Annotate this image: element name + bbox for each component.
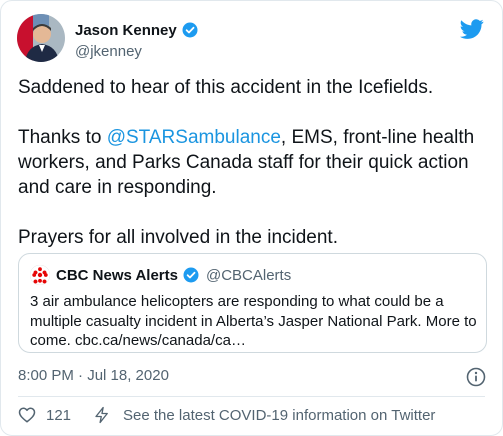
covid-info-link[interactable]: See the latest COVID-19 information on T… (123, 407, 435, 424)
author-name-row: Jason Kenney (75, 21, 199, 39)
tweet-line-1: Saddened to hear of this accident in the… (18, 77, 434, 98)
quoted-author-handle[interactable]: @CBCAlerts (206, 267, 291, 284)
tweet-card: Jason Kenney @jkenney Saddened to hear o… (0, 0, 503, 436)
author-name[interactable]: Jason Kenney (75, 22, 177, 39)
like-count[interactable]: 121 (46, 407, 71, 424)
tweet-line-2: Thanks to @STARSambulance, EMS, front-li… (18, 125, 488, 200)
tweet-timestamp[interactable]: 8:00 PM · Jul 18, 2020 (18, 367, 169, 384)
author-handle[interactable]: @jkenney (75, 43, 142, 60)
mention-link[interactable]: @STARSambulance (107, 127, 281, 148)
quoted-author-name[interactable]: CBC News Alerts (56, 267, 178, 284)
tweet-text: Saddened to hear of this accident in the… (18, 75, 488, 250)
info-icon[interactable] (466, 367, 486, 387)
cbc-gem-icon (29, 264, 51, 286)
tweet-line-3: Prayers for all involved in the incident… (18, 227, 338, 248)
author-avatar[interactable] (17, 14, 65, 62)
verified-badge-icon (182, 266, 200, 284)
heart-icon[interactable] (18, 406, 36, 424)
quoted-tweet-header: CBC News Alerts @CBCAlerts (56, 266, 291, 284)
twitter-bird-icon[interactable] (460, 17, 484, 41)
quoted-tweet-text: 3 air ambulance helicopters are respondi… (30, 293, 477, 349)
lightning-icon (93, 406, 111, 424)
quoted-tweet[interactable]: CBC News Alerts @CBCAlerts 3 air ambulan… (18, 253, 487, 353)
divider (18, 396, 485, 397)
action-row: 121 See the latest COVID-19 information … (18, 406, 435, 424)
verified-badge-icon (181, 21, 199, 39)
tweet-line-2-prefix: Thanks to (18, 127, 107, 148)
